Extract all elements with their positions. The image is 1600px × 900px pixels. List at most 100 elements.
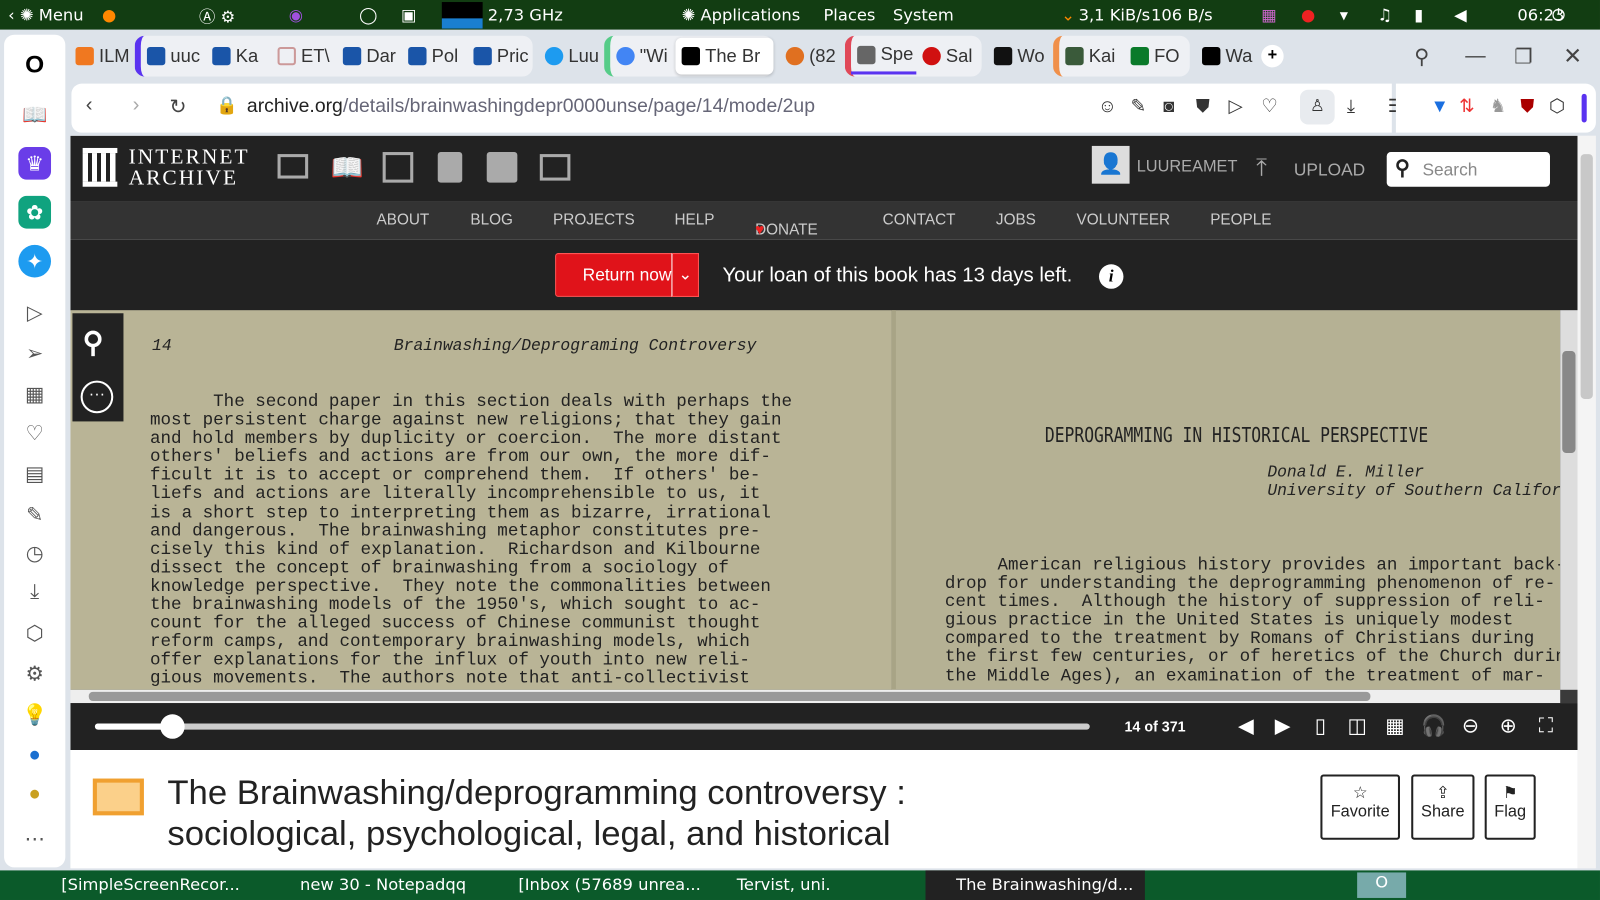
tab[interactable]: Wa: [1196, 38, 1261, 75]
snapshot-edit-icon[interactable]: ✎: [1131, 96, 1146, 117]
favorite-button[interactable]: ☆ Favorite: [1320, 774, 1400, 840]
audio-recorder-icon[interactable]: ▦: [1261, 5, 1276, 24]
video-icon[interactable]: [382, 152, 414, 183]
return-dropdown-button[interactable]: ⌄: [671, 253, 699, 297]
vertical-scrollbar[interactable]: [1560, 310, 1578, 690]
extension-diamond-icon[interactable]: ▼: [1431, 96, 1449, 117]
zoom-in-icon[interactable]: ⊕: [1497, 715, 1519, 737]
two-page-view-icon[interactable]: ◫: [1346, 715, 1368, 737]
reading-list-icon[interactable]: 📖: [18, 98, 51, 131]
nav-contact[interactable]: CONTACT: [883, 211, 956, 228]
tab[interactable]: ILM: [69, 38, 134, 75]
extension-arrows-icon[interactable]: ⇅: [1459, 96, 1474, 117]
read-aloud-icon[interactable]: 🎧: [1421, 715, 1446, 737]
tab[interactable]: Sal: [916, 38, 981, 75]
tab[interactable]: (82: [780, 38, 845, 75]
taskbar-item[interactable]: [Inbox (57689 unrea...: [518, 874, 700, 893]
share-button[interactable]: ⇪ Share: [1411, 774, 1475, 840]
audio-icon[interactable]: [437, 152, 463, 183]
back-button[interactable]: ‹: [86, 94, 93, 117]
tab[interactable]: Dar: [337, 38, 402, 75]
menu-button[interactable]: ‹ ✺ Menu: [8, 5, 83, 24]
terminal-icon[interactable]: ▣: [401, 5, 416, 24]
new-tab-button[interactable]: +: [1261, 44, 1284, 68]
tab[interactable]: uuc: [141, 38, 206, 75]
send-icon[interactable]: ▷: [1229, 96, 1243, 117]
power-icon[interactable]: ⏻: [1552, 5, 1565, 25]
upload-icon[interactable]: ⤒: [1256, 154, 1267, 183]
twitter-icon[interactable]: ✦: [18, 244, 52, 278]
ublock-icon[interactable]: ⛊: [1520, 96, 1534, 117]
notification-icon[interactable]: ♫: [1378, 5, 1393, 24]
tor-icon[interactable]: ◉: [289, 5, 303, 24]
taskbar-item[interactable]: new 30 - Notepadqq: [300, 874, 466, 893]
images-icon[interactable]: [539, 154, 571, 181]
snapshot-icon[interactable]: ✎: [18, 498, 51, 531]
wallet-icon[interactable]: ●: [18, 778, 51, 811]
close-window-button[interactable]: ✕: [1563, 43, 1582, 70]
more-options-icon[interactable]: ···: [80, 380, 114, 414]
shield-icon[interactable]: ⛊: [1196, 96, 1210, 117]
flag-button[interactable]: ⚑ Flag: [1484, 774, 1536, 840]
taskbar-item-active[interactable]: The Brainwashing/d...: [925, 870, 1145, 900]
one-page-view-icon[interactable]: ▯: [1309, 715, 1331, 737]
page-scrollbar[interactable]: [1577, 135, 1596, 869]
profile-icon[interactable]: ♙: [1299, 89, 1335, 125]
search-inside-icon[interactable]: ⚲: [83, 326, 104, 360]
maximize-button[interactable]: ❐: [1514, 43, 1532, 69]
tab[interactable]: Luu: [539, 38, 604, 75]
tab-active[interactable]: The Br: [675, 37, 774, 75]
tab[interactable]: Pric: [467, 38, 532, 75]
tab[interactable]: Spe: [851, 38, 917, 75]
reload-button[interactable]: ↻: [169, 94, 186, 120]
heart-icon[interactable]: ♡: [18, 416, 51, 449]
places-menu[interactable]: Places: [823, 5, 875, 24]
nav-projects[interactable]: PROJECTS: [553, 211, 635, 228]
tab[interactable]: Ka: [206, 38, 271, 75]
emoji-icon[interactable]: ☺: [1098, 96, 1117, 117]
volume-icon[interactable]: ◀: [1454, 5, 1467, 24]
history-icon[interactable]: ◷: [18, 537, 51, 570]
taskbar-item[interactable]: [SimpleScreenRecor...: [61, 874, 240, 893]
prev-page-icon[interactable]: ◀: [1235, 715, 1257, 737]
messenger-icon[interactable]: ●: [18, 739, 51, 772]
avatar[interactable]: 👤: [1091, 145, 1130, 184]
speed-dial-icon[interactable]: ▦: [18, 378, 51, 411]
nav-jobs[interactable]: JOBS: [996, 211, 1036, 228]
software-icon[interactable]: [486, 152, 518, 183]
camera-icon[interactable]: ◙: [1163, 96, 1174, 117]
extension-cube-icon[interactable]: ⬡: [1549, 96, 1565, 117]
next-page-icon[interactable]: ▶: [1271, 715, 1293, 737]
news-icon[interactable]: ▤: [18, 457, 51, 490]
download-icon[interactable]: ⤓: [1347, 96, 1355, 117]
wifi-icon[interactable]: ▾: [1340, 5, 1348, 24]
fullscreen-icon[interactable]: ⛶: [1535, 715, 1557, 737]
zoom-out-icon[interactable]: ⊖: [1459, 715, 1481, 737]
battery-icon[interactable]: ▮: [1414, 5, 1423, 24]
forward-button[interactable]: ›: [133, 94, 140, 117]
aria-icon[interactable]: ♛: [18, 146, 52, 180]
downloads-icon[interactable]: ⤓: [18, 576, 51, 609]
nav-people[interactable]: PEOPLE: [1210, 211, 1271, 228]
player-icon[interactable]: ▷: [18, 296, 51, 329]
url-input[interactable]: archive.org/details/brainwashingdepr0000…: [247, 96, 815, 118]
nav-volunteer[interactable]: VOLUNTEER: [1077, 211, 1171, 228]
firefox-icon[interactable]: ●: [102, 5, 116, 24]
web-icon[interactable]: [277, 154, 309, 179]
nav-about[interactable]: ABOUT: [377, 211, 430, 228]
opera-logo-icon[interactable]: O: [18, 49, 51, 82]
upload-link[interactable]: UPLOAD: [1294, 160, 1365, 180]
ia-logo-icon[interactable]: [82, 147, 118, 187]
tab[interactable]: ET\: [271, 38, 336, 75]
accessibility-icon[interactable]: Ⓐ ⚙: [199, 3, 235, 27]
tab[interactable]: FO: [1124, 38, 1189, 75]
more-icon[interactable]: ⋯: [18, 822, 51, 855]
settings-icon[interactable]: ⚙: [18, 657, 51, 690]
taskbar-item[interactable]: Tervist, uni.: [737, 874, 831, 893]
slider-handle[interactable]: [160, 714, 185, 739]
extensions-icon[interactable]: ⬡: [18, 616, 51, 649]
tab[interactable]: Pol: [402, 38, 467, 75]
lock-icon[interactable]: 🔒: [216, 96, 238, 116]
nav-help[interactable]: HELP: [674, 211, 714, 228]
search-input[interactable]: ⚲ Search: [1386, 152, 1550, 187]
